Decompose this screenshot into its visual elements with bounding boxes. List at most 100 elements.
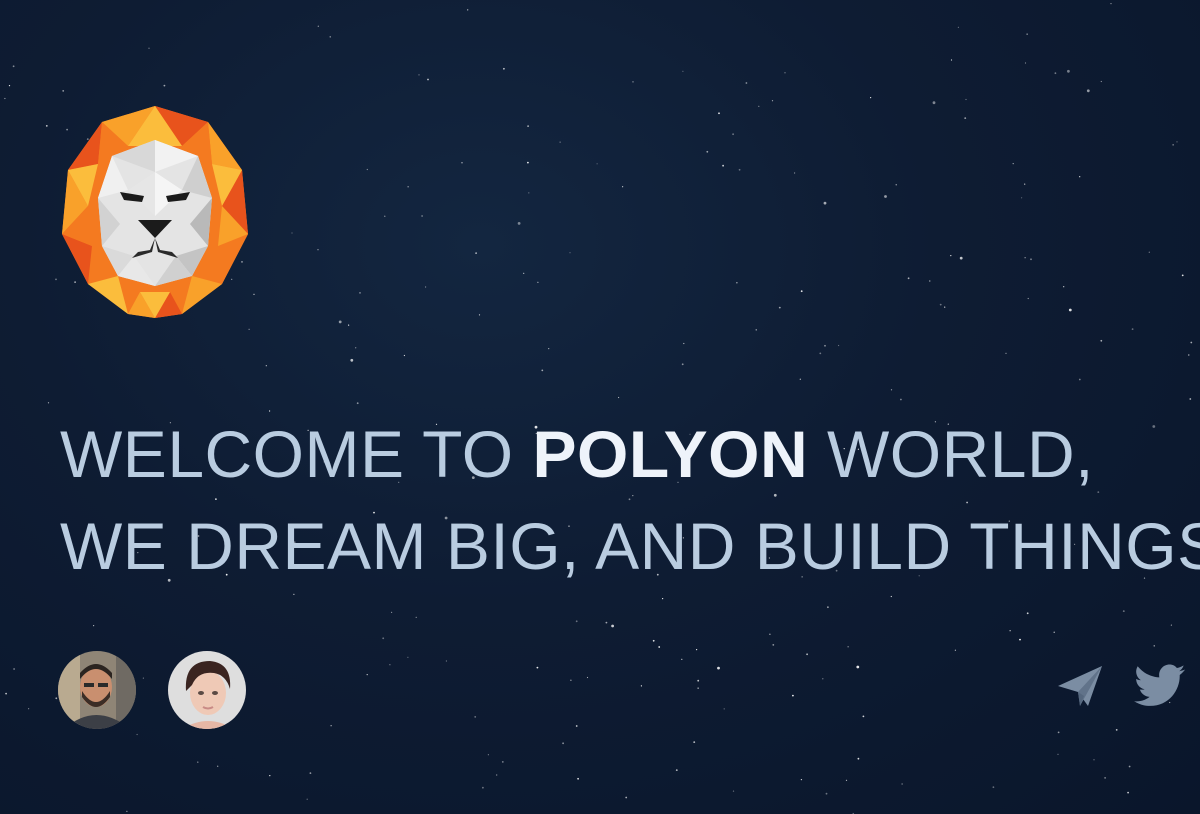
star [652,639,655,642]
star [1189,398,1192,400]
star [769,633,771,635]
star [217,765,219,767]
star [421,215,423,217]
star [537,281,539,283]
team-member-avatar-1[interactable] [58,651,136,729]
star [496,774,498,776]
star [658,646,661,648]
star [93,625,95,627]
team-member-avatar-2[interactable] [168,651,246,729]
star [800,290,803,293]
star [722,164,724,167]
star [950,59,953,61]
star [1012,163,1014,165]
star [784,72,786,74]
star [384,215,386,217]
star [47,402,50,404]
brand-name: POLYON [532,417,809,491]
twitter-icon[interactable] [1134,664,1186,708]
star [309,772,312,774]
star [559,141,561,143]
star [847,646,849,648]
star [950,255,952,257]
star [253,293,255,295]
star [501,761,504,763]
star [736,282,738,284]
star [1190,341,1193,344]
star [723,708,725,710]
star [1131,328,1134,330]
star [959,256,963,260]
star [696,649,698,651]
star [1079,176,1081,178]
star [890,389,893,391]
star [1086,89,1090,93]
star [197,761,199,763]
star [825,792,828,795]
star [732,133,734,136]
star [1068,308,1072,312]
star [870,97,872,99]
star [269,775,271,777]
star [126,810,128,813]
star [348,324,350,326]
star [1026,612,1029,615]
star [662,598,664,600]
star [717,666,720,670]
star [55,278,57,281]
star [1153,645,1155,647]
headline-line-1: WELCOME TO POLYON WORLD, [60,408,1200,500]
star [55,697,58,700]
star [1093,759,1095,761]
star [732,790,735,792]
star [291,232,293,234]
star [755,329,757,331]
paper-plane-icon[interactable] [1056,664,1104,708]
star [407,656,409,658]
star [317,25,319,27]
star [330,725,332,727]
star [570,679,572,681]
star [8,85,11,87]
star [1170,624,1172,626]
star [403,354,405,357]
star [683,342,685,345]
star [944,306,946,308]
star [806,653,808,656]
star [822,678,824,680]
star [1019,638,1021,641]
star [293,593,295,596]
star [932,101,936,105]
star [445,660,447,662]
star [682,70,684,72]
star [569,252,571,254]
star [425,286,427,288]
star [317,249,319,251]
man-avatar [58,651,136,729]
headline-prefix: WELCOME TO [60,417,533,491]
star [1115,729,1118,731]
star [391,611,393,614]
star [548,348,550,350]
star [461,162,463,164]
star [1030,258,1032,261]
star [1024,62,1027,64]
star [475,252,477,255]
star [1057,731,1060,734]
lion-head-logo[interactable] [62,106,248,318]
star [771,100,774,102]
star [1057,753,1059,755]
star [1104,777,1106,779]
star [163,84,166,87]
star [562,742,564,745]
star [738,168,741,171]
star [586,676,589,679]
star [939,303,942,306]
star [306,798,308,800]
star [1127,791,1129,794]
star [929,280,931,282]
star [528,192,530,194]
star [536,666,539,669]
star [895,184,897,186]
star [618,396,620,399]
